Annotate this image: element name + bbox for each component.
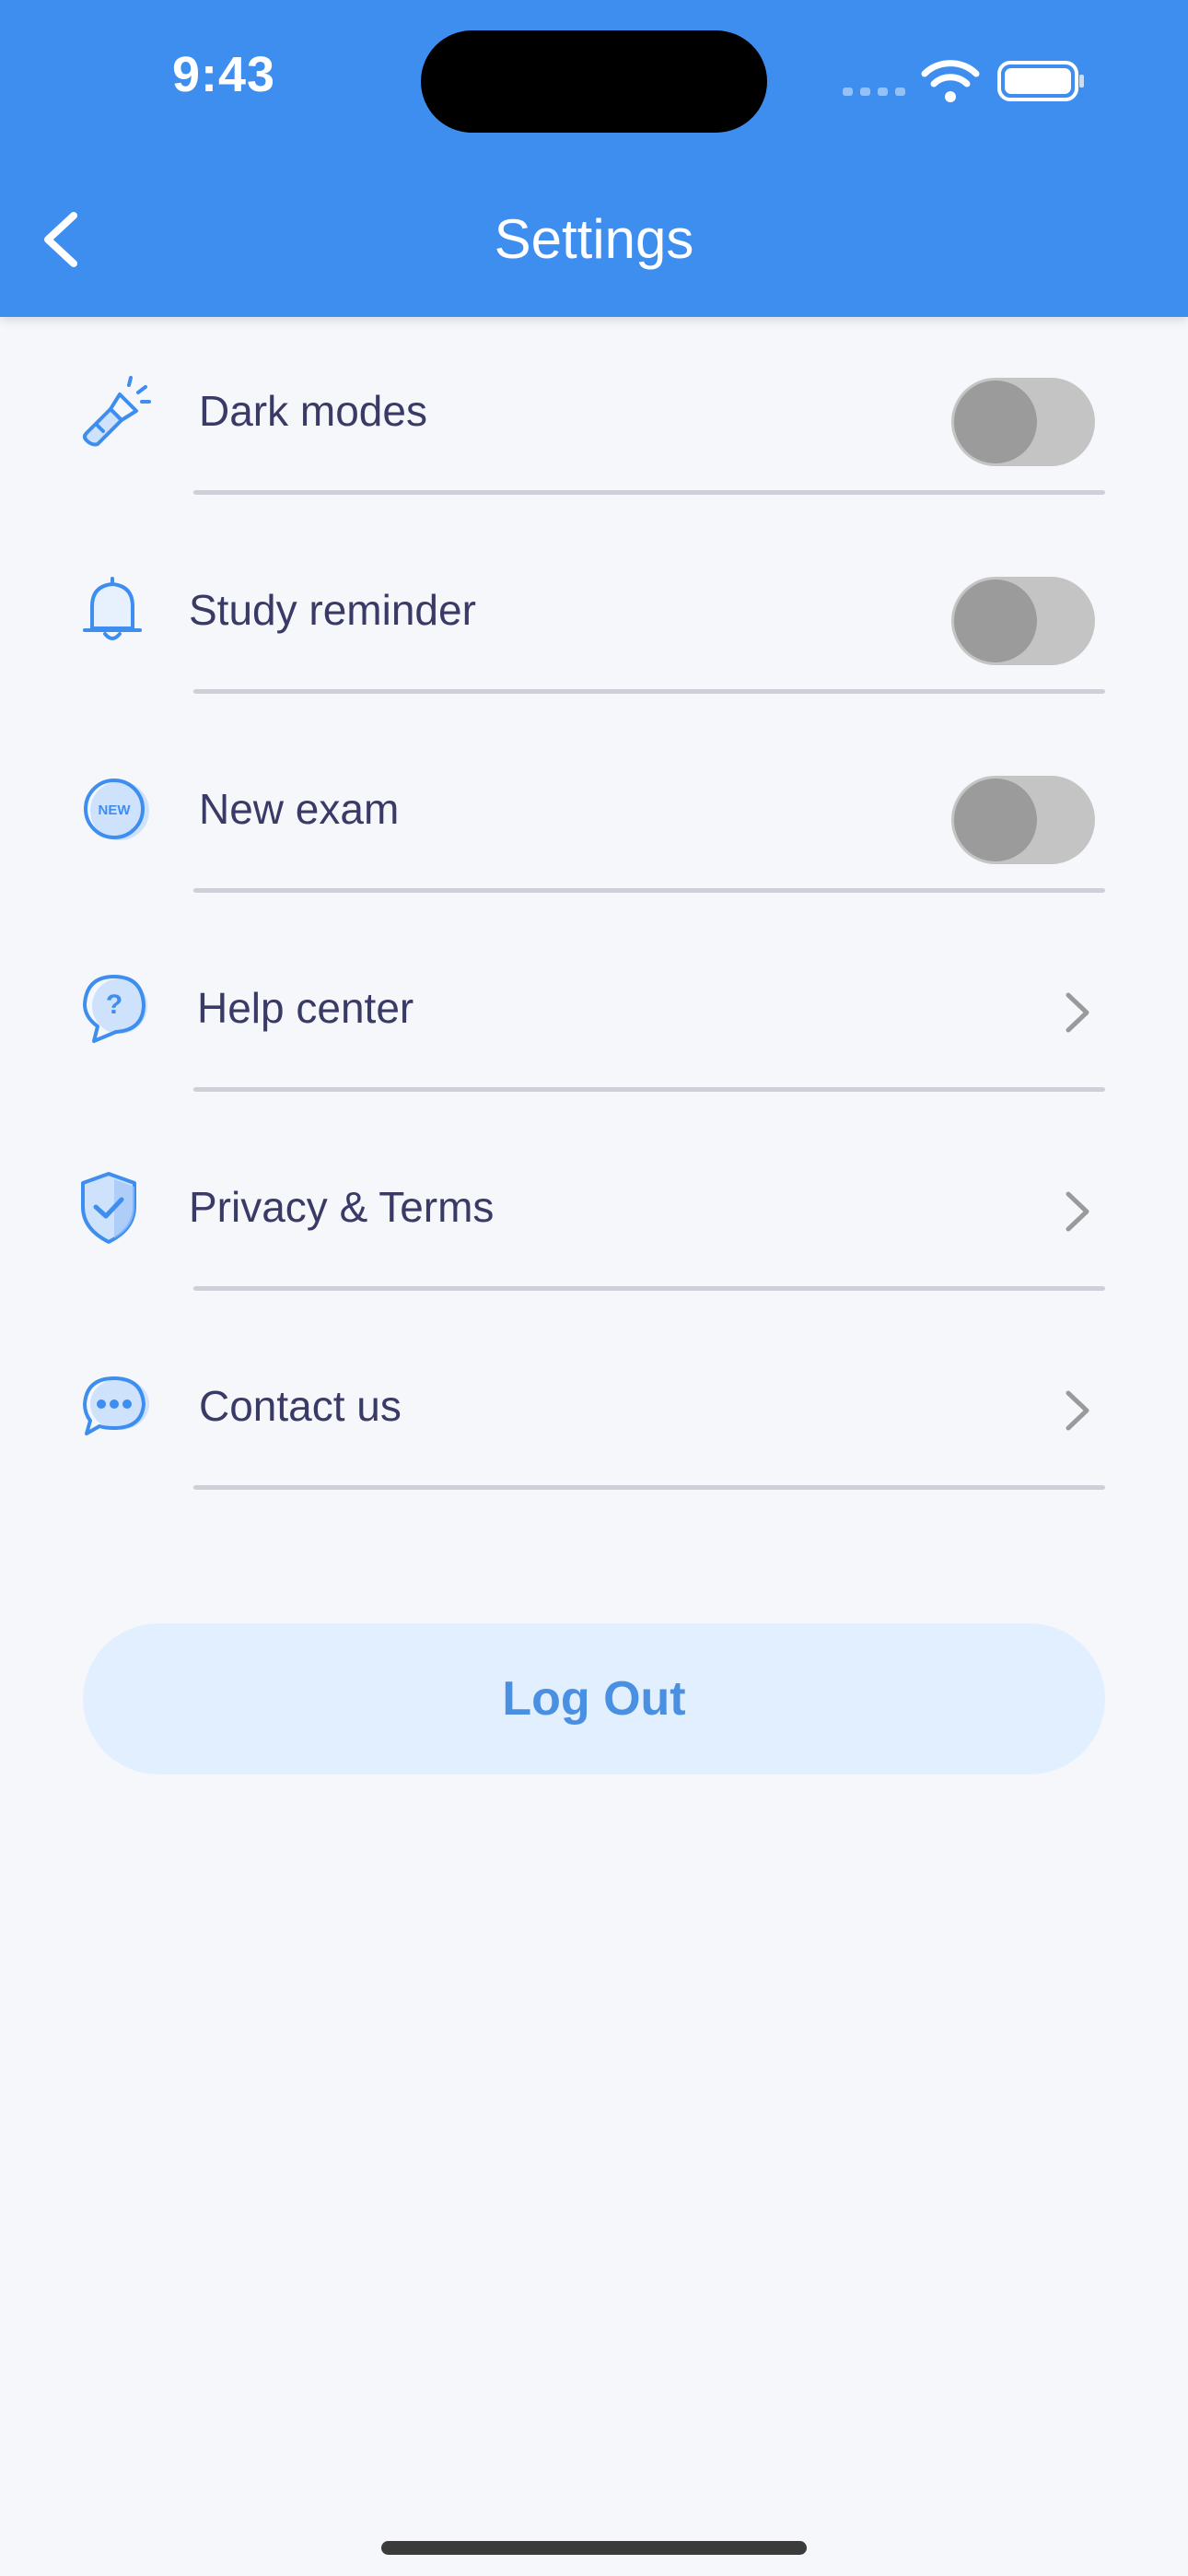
divider: [193, 1087, 1105, 1092]
flashlight-icon: [83, 376, 151, 447]
setting-row-privacy-terms[interactable]: Privacy & Terms: [0, 1113, 1188, 1312]
cellular-signal-icon: [843, 88, 905, 96]
dark-modes-toggle[interactable]: [951, 378, 1095, 466]
toggle-knob: [954, 779, 1037, 861]
help-bubble-icon: ?: [83, 975, 147, 1043]
setting-row-dark-modes[interactable]: Dark modes: [0, 317, 1188, 516]
svg-text:NEW: NEW: [99, 802, 132, 818]
setting-row-new-exam[interactable]: NEW New exam: [0, 715, 1188, 914]
settings-list: Dark modes Study reminder NEW New exam ?…: [0, 317, 1188, 1511]
setting-row-help-center[interactable]: ? Help center: [0, 914, 1188, 1113]
status-time: 9:43: [171, 47, 276, 102]
setting-row-contact-us[interactable]: Contact us: [0, 1312, 1188, 1511]
shield-check-icon: [81, 1172, 136, 1244]
new-badge-icon: NEW: [84, 779, 149, 840]
setting-label: Privacy & Terms: [189, 1183, 495, 1231]
battery-icon: [997, 61, 1084, 101]
divider: [193, 689, 1105, 694]
setting-label: New exam: [199, 785, 400, 833]
app-header: 9:43 Settings: [0, 0, 1188, 317]
divider: [193, 490, 1105, 495]
divider: [193, 1286, 1105, 1291]
bell-icon: [83, 577, 142, 640]
wifi-icon: [921, 60, 980, 102]
chevron-right-icon[interactable]: [1059, 1388, 1096, 1434]
divider: [193, 1485, 1105, 1490]
dynamic-island: [421, 30, 767, 133]
study-reminder-toggle[interactable]: [951, 577, 1095, 665]
setting-label: Help center: [197, 984, 414, 1032]
divider: [193, 888, 1105, 893]
toggle-knob: [954, 580, 1037, 662]
setting-label: Contact us: [199, 1382, 402, 1430]
new-exam-toggle[interactable]: [951, 776, 1095, 864]
logout-button[interactable]: Log Out: [83, 1623, 1105, 1774]
chevron-right-icon[interactable]: [1059, 989, 1096, 1036]
page-title: Settings: [494, 208, 694, 270]
toggle-knob: [954, 381, 1037, 463]
home-indicator[interactable]: [381, 2541, 807, 2555]
chevron-right-icon[interactable]: [1059, 1188, 1096, 1235]
setting-label: Dark modes: [199, 387, 427, 435]
setting-label: Study reminder: [189, 586, 476, 634]
chat-bubble-icon: [83, 1376, 149, 1435]
svg-text:?: ?: [106, 989, 122, 1020]
setting-row-study-reminder[interactable]: Study reminder: [0, 516, 1188, 715]
